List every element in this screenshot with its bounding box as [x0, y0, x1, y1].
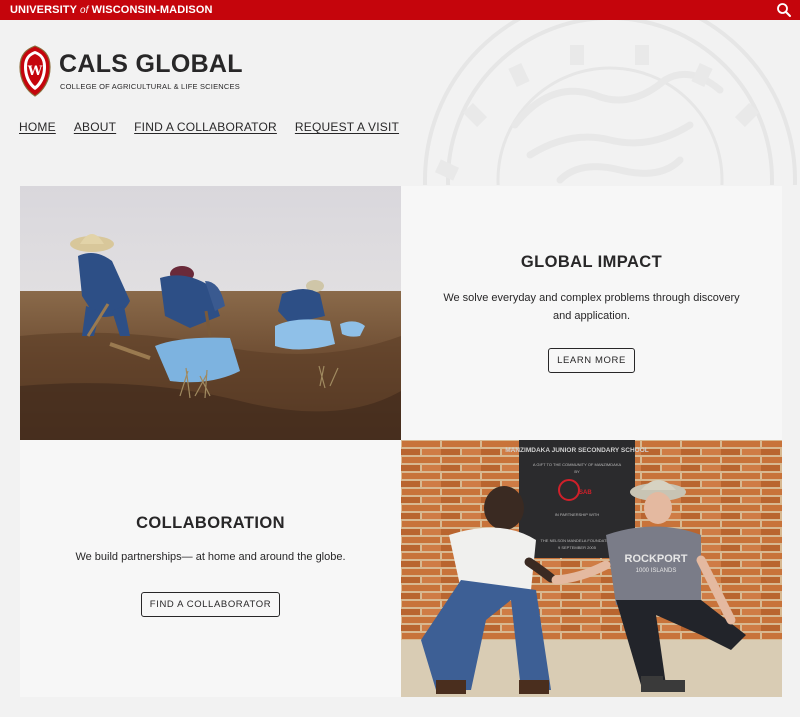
farmers-field-photo: [20, 186, 401, 440]
nav-about[interactable]: ABOUT: [74, 120, 116, 134]
search-icon: [777, 3, 791, 17]
collaboration-description: We build partnerships— at home and aroun…: [75, 551, 346, 563]
nav-request-visit[interactable]: REQUEST A VISIT: [295, 120, 399, 134]
nav-home[interactable]: HOME: [19, 120, 56, 134]
global-impact-description: We solve everyday and complex problems t…: [443, 292, 740, 322]
university-seal-watermark: [420, 20, 800, 185]
site-title[interactable]: CALS GLOBAL: [59, 50, 243, 79]
plaque-line-4: THE NELSON MANDELA FOUNDATION: [540, 538, 613, 543]
uw-madison-link[interactable]: UNIVERSITY of WISCONSIN-MADISON: [10, 4, 213, 16]
plaque-line-3: IN PARTNERSHIP WITH: [555, 512, 600, 517]
global-impact-panel: GLOBAL IMPACT We solve everyday and comp…: [401, 186, 782, 440]
uw-link-post: WISCONSIN-MADISON: [88, 4, 213, 16]
plaque-date: 9 SEPTEMBER 2005: [558, 545, 597, 550]
uw-link-pre: UNIVERSITY: [10, 4, 80, 16]
main-nav: HOME ABOUT FIND A COLLABORATOR REQUEST A…: [19, 120, 399, 134]
feature-grid: GLOBAL IMPACT We solve everyday and comp…: [20, 186, 782, 697]
collaboration-panel: COLLABORATION We build partnerships— at …: [20, 440, 401, 697]
crest-letter: W: [27, 64, 43, 79]
nav-find-collaborator[interactable]: FIND A COLLABORATOR: [134, 120, 277, 134]
find-collaborator-button[interactable]: FIND A COLLABORATOR: [140, 591, 281, 617]
plaque-logo: SAB: [579, 490, 592, 496]
handshake-photo: MANZIMDAKA JUNIOR SECONDARY SCHOOL A GIF…: [401, 440, 782, 697]
shirt-text: ROCKPORT: [625, 553, 688, 565]
uw-crest-logo[interactable]: W: [19, 45, 51, 97]
top-bar: UNIVERSITY of WISCONSIN-MADISON: [0, 0, 800, 20]
plaque-line-1: A GIFT TO THE COMMUNITY OF MANZIMDAKA: [533, 462, 622, 467]
collaboration-heading: COLLABORATION: [136, 514, 285, 532]
plaque-title: MANZIMDAKA JUNIOR SECONDARY SCHOOL: [505, 447, 649, 454]
shirt-subtext: 1000 ISLANDS: [636, 568, 677, 574]
learn-more-button[interactable]: LEARN MORE: [548, 348, 635, 373]
search-button[interactable]: [776, 2, 792, 18]
plaque-line-2: BY: [574, 469, 580, 474]
site-subtitle: COLLEGE OF AGRICULTURAL & LIFE SCIENCES: [60, 82, 240, 91]
global-impact-heading: GLOBAL IMPACT: [520, 253, 663, 271]
uw-link-of: of: [79, 5, 89, 16]
